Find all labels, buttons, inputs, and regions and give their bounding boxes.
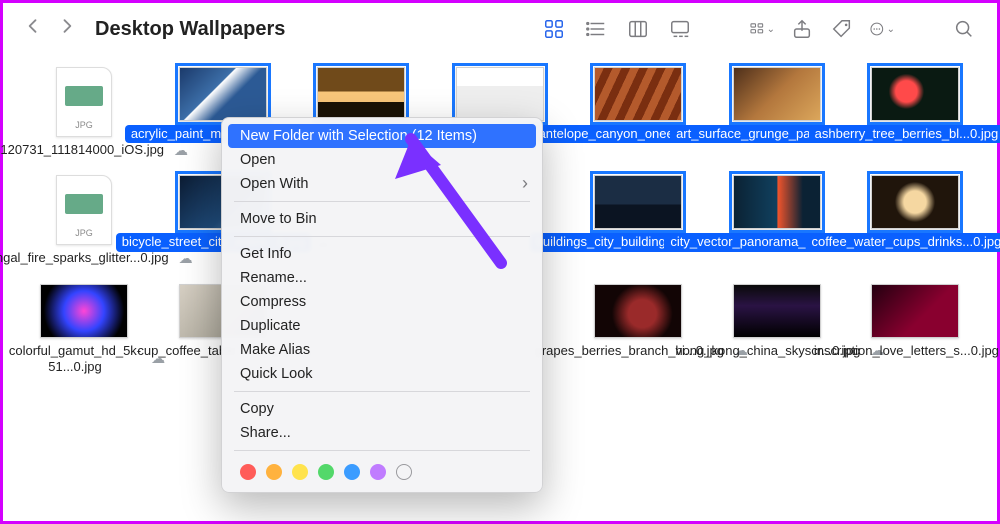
menu-separator xyxy=(234,236,530,237)
tag-color-dot[interactable] xyxy=(370,464,386,480)
file-item[interactable]: city_vector_panorama_119...0.jpg☁︎ xyxy=(708,175,846,267)
file-thumbnail[interactable] xyxy=(733,284,821,338)
menu-item[interactable]: Compress xyxy=(222,290,542,314)
menu-item[interactable]: Duplicate xyxy=(222,314,542,338)
view-gallery-button[interactable] xyxy=(667,16,693,42)
view-icons-button[interactable] xyxy=(541,16,567,42)
menu-tag-row xyxy=(222,456,542,482)
menu-item[interactable]: Get Info xyxy=(222,242,542,266)
view-list-button[interactable] xyxy=(583,16,609,42)
file-label-row: coffee_water_cups_drinks...0.jpg☁︎ xyxy=(849,233,981,251)
file-item[interactable]: art_surface_grunge_pain...0.jpg☁︎ xyxy=(708,67,846,159)
file-item[interactable]: 20120731_111814000_iOS.jpg☁︎ xyxy=(15,67,153,159)
file-thumbnail[interactable] xyxy=(733,67,821,121)
menu-separator xyxy=(234,201,530,202)
tag-color-dot[interactable] xyxy=(266,464,282,480)
menu-item[interactable]: Quick Look xyxy=(222,362,542,386)
menu-item[interactable]: Open With xyxy=(222,172,542,196)
file-thumbnail[interactable] xyxy=(594,175,682,229)
nav-back-button[interactable] xyxy=(23,16,43,42)
file-item[interactable]: colorful_gamut_hd_5k-51...0.jpg☁︎ xyxy=(15,284,153,377)
file-thumbnail[interactable] xyxy=(733,175,821,229)
menu-item[interactable]: New Folder with Selection (12 Items) xyxy=(228,124,536,148)
context-menu[interactable]: New Folder with Selection (12 Items)Open… xyxy=(221,117,543,493)
file-thumbnail[interactable] xyxy=(594,284,682,338)
file-label-row: inscription_love_letters_s...0.jpg☁︎ xyxy=(849,342,981,360)
tag-color-dot[interactable] xyxy=(292,464,308,480)
menu-item[interactable]: Move to Bin xyxy=(222,207,542,231)
menu-item[interactable]: Open xyxy=(222,148,542,172)
share-button[interactable] xyxy=(789,16,815,42)
file-thumbnail[interactable] xyxy=(56,67,112,137)
file-name: coffee_water_cups_drinks...0.jpg xyxy=(806,233,1000,251)
file-label-row: 20120731_111814000_iOS.jpg☁︎ xyxy=(18,141,150,159)
menu-item[interactable]: Share... xyxy=(222,421,542,445)
menu-separator xyxy=(234,391,530,392)
file-thumbnail[interactable] xyxy=(456,67,544,121)
file-item[interactable]: inscription_love_letters_s...0.jpg☁︎ xyxy=(846,284,984,377)
actions-menu-button[interactable]: ⌄ xyxy=(869,16,895,42)
arrange-menu-button[interactable]: ⌄ xyxy=(749,16,775,42)
search-button[interactable] xyxy=(951,16,977,42)
file-thumbnail[interactable] xyxy=(871,175,959,229)
tag-none-dot[interactable] xyxy=(396,464,412,480)
file-thumbnail[interactable] xyxy=(317,67,405,121)
file-thumbnail[interactable] xyxy=(871,284,959,338)
file-item[interactable]: buildings_city_building_to...0.jpg☁︎ xyxy=(569,175,707,267)
menu-item[interactable]: Copy xyxy=(222,397,542,421)
file-name: inscription_love_letters_s...0.jpg xyxy=(808,342,1000,360)
file-name: colorful_gamut_hd_5k-51...0.jpg xyxy=(3,342,147,377)
window-title: Desktop Wallpapers xyxy=(95,18,285,41)
file-thumbnail[interactable] xyxy=(179,67,267,121)
file-name: ashberry_tree_berries_bl...0.jpg xyxy=(809,125,1000,143)
view-mode-group xyxy=(541,16,693,42)
menu-separator xyxy=(234,450,530,451)
file-item[interactable]: ashberry_tree_berries_bl...0.jpg☁︎ xyxy=(846,67,984,159)
view-columns-button[interactable] xyxy=(625,16,651,42)
menu-item[interactable]: Make Alias xyxy=(222,338,542,362)
menu-item[interactable]: Rename... xyxy=(222,266,542,290)
file-name: bengal_fire_sparks_glitter...0.jpg xyxy=(0,249,175,267)
file-thumbnail[interactable] xyxy=(56,175,112,245)
file-label-row: bengal_fire_sparks_glitter...0.jpg☁︎ xyxy=(18,249,150,267)
file-item[interactable]: bengal_fire_sparks_glitter...0.jpg☁︎ xyxy=(15,175,153,267)
toolbar: Desktop Wallpapers ⌄ ⌄ xyxy=(3,3,997,55)
file-label-row: colorful_gamut_hd_5k-51...0.jpg☁︎ xyxy=(18,342,150,377)
file-thumbnail[interactable] xyxy=(40,284,128,338)
nav-forward-button[interactable] xyxy=(57,16,77,42)
tag-color-dot[interactable] xyxy=(318,464,334,480)
file-item[interactable]: antelope_canyon_onee_...0.jpg☁︎ xyxy=(569,67,707,159)
file-label-row: ashberry_tree_berries_bl...0.jpg☁︎ xyxy=(849,125,981,143)
tags-button[interactable] xyxy=(829,16,855,42)
file-item[interactable]: coffee_water_cups_drinks...0.jpg☁︎ xyxy=(846,175,984,267)
tag-color-dot[interactable] xyxy=(240,464,256,480)
file-thumbnail[interactable] xyxy=(594,67,682,121)
file-thumbnail[interactable] xyxy=(871,67,959,121)
file-name: 20120731_111814000_iOS.jpg xyxy=(0,141,170,159)
file-item[interactable]: hong_kong_china_skyscr...0.jpg☁︎ xyxy=(708,284,846,377)
file-item[interactable]: grapes_berries_branch_vi...0.jpg☁︎ xyxy=(569,284,707,377)
tag-color-dot[interactable] xyxy=(344,464,360,480)
